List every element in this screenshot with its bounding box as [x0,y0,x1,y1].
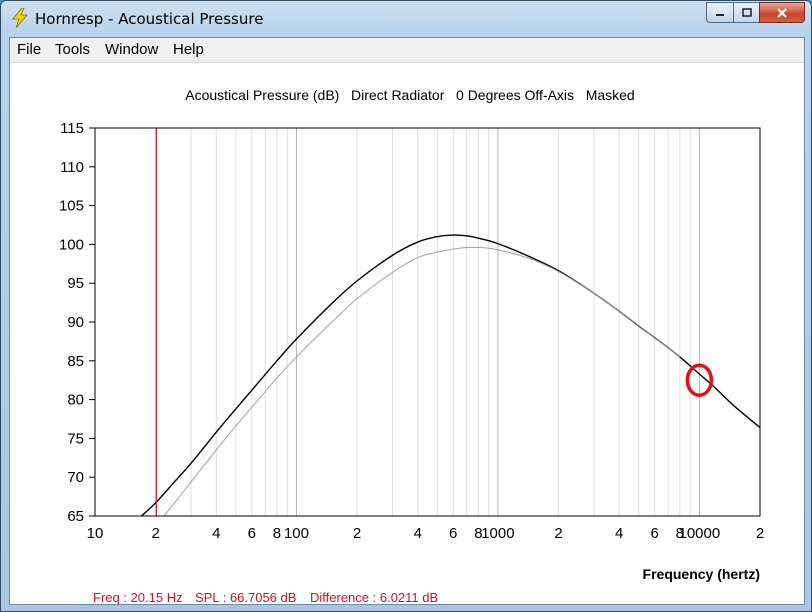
menu-window[interactable]: Window [105,41,158,58]
chart-title: Acoustical Pressure (dB) Direct Radiator… [185,87,634,103]
x-tick-label: 4 [615,525,623,542]
x-tick-label: 2 [756,525,764,542]
y-tick-label: 105 [59,198,84,215]
window-title: Hornresp - Acoustical Pressure [35,10,264,28]
x-tick-label: 8 [273,525,281,542]
close-icon [777,7,787,18]
menu-bar: File Tools Window Help [10,38,804,63]
y-tick-label: 80 [67,392,84,409]
menu-tools[interactable]: Tools [55,41,90,58]
x-tick-label: 10000 [678,525,720,542]
y-tick-label: 75 [67,430,84,447]
app-window: Hornresp - Acoustical Pressure File Tool… [0,0,812,612]
x-tick-label: 6 [449,525,457,542]
x-tick-label: 2 [151,525,159,542]
y-tick-label: 115 [60,120,84,137]
y-tick-label: 95 [67,275,84,292]
y-tick-label: 70 [67,469,84,486]
acoustical-pressure-curve [140,234,761,517]
x-tick-label: 100 [284,525,309,542]
menu-help[interactable]: Help [173,41,204,58]
curves [140,128,761,517]
chart-area[interactable]: Acoustical Pressure (dB) Direct Radiator… [10,63,804,605]
difference-readout: Difference : 6.0211 dB [310,590,439,605]
x-tick-label: 2 [554,525,562,542]
x-tick-label: 10 [87,525,104,542]
grid [155,128,700,516]
acoustical-pressure-chart[interactable]: Acoustical Pressure (dB) Direct Radiator… [10,63,804,604]
x-tick-label: 6 [650,525,658,542]
x-tick-label: 6 [248,525,256,542]
status-readouts: Freq : 20.15 Hz SPL : 66.7056 dB Differe… [10,588,804,608]
x-tick-label: 1000 [481,525,514,542]
y-tick-label: 110 [60,159,84,176]
window-controls [706,2,805,23]
minimize-icon [716,13,724,16]
x-tick-label: 2 [353,525,361,542]
maximize-icon [741,7,752,17]
x-tick-label: 4 [414,525,422,542]
y-tick-label: 100 [59,236,84,253]
maximize-button[interactable] [733,2,759,23]
lightning-bolt-icon [12,8,28,28]
title-bar[interactable]: Hornresp - Acoustical Pressure [1,1,811,37]
y-tick-label: 65 [67,508,84,525]
x-axis-label: Frequency (hertz) [643,566,760,582]
x-axis-ticks: 10 2 4 6 8 100 2 4 6 81000 2 4 6 810000 2 [87,525,765,542]
menu-file[interactable]: File [17,41,41,58]
minimize-button[interactable] [706,2,733,23]
y-tick-label: 90 [67,314,84,331]
spl-readout: SPL : 66.7056 dB [195,590,297,605]
x-tick-label: 4 [212,525,220,542]
y-axis-ticks: 115 110 105 100 95 90 85 80 75 70 65 [59,120,95,525]
close-button[interactable] [759,2,805,23]
reference-curve [163,246,681,517]
y-tick-label: 85 [67,353,84,370]
client-area: File Tools Window Help Acoustical Pressu… [9,37,805,605]
frequency-readout: Freq : 20.15 Hz [93,590,183,605]
